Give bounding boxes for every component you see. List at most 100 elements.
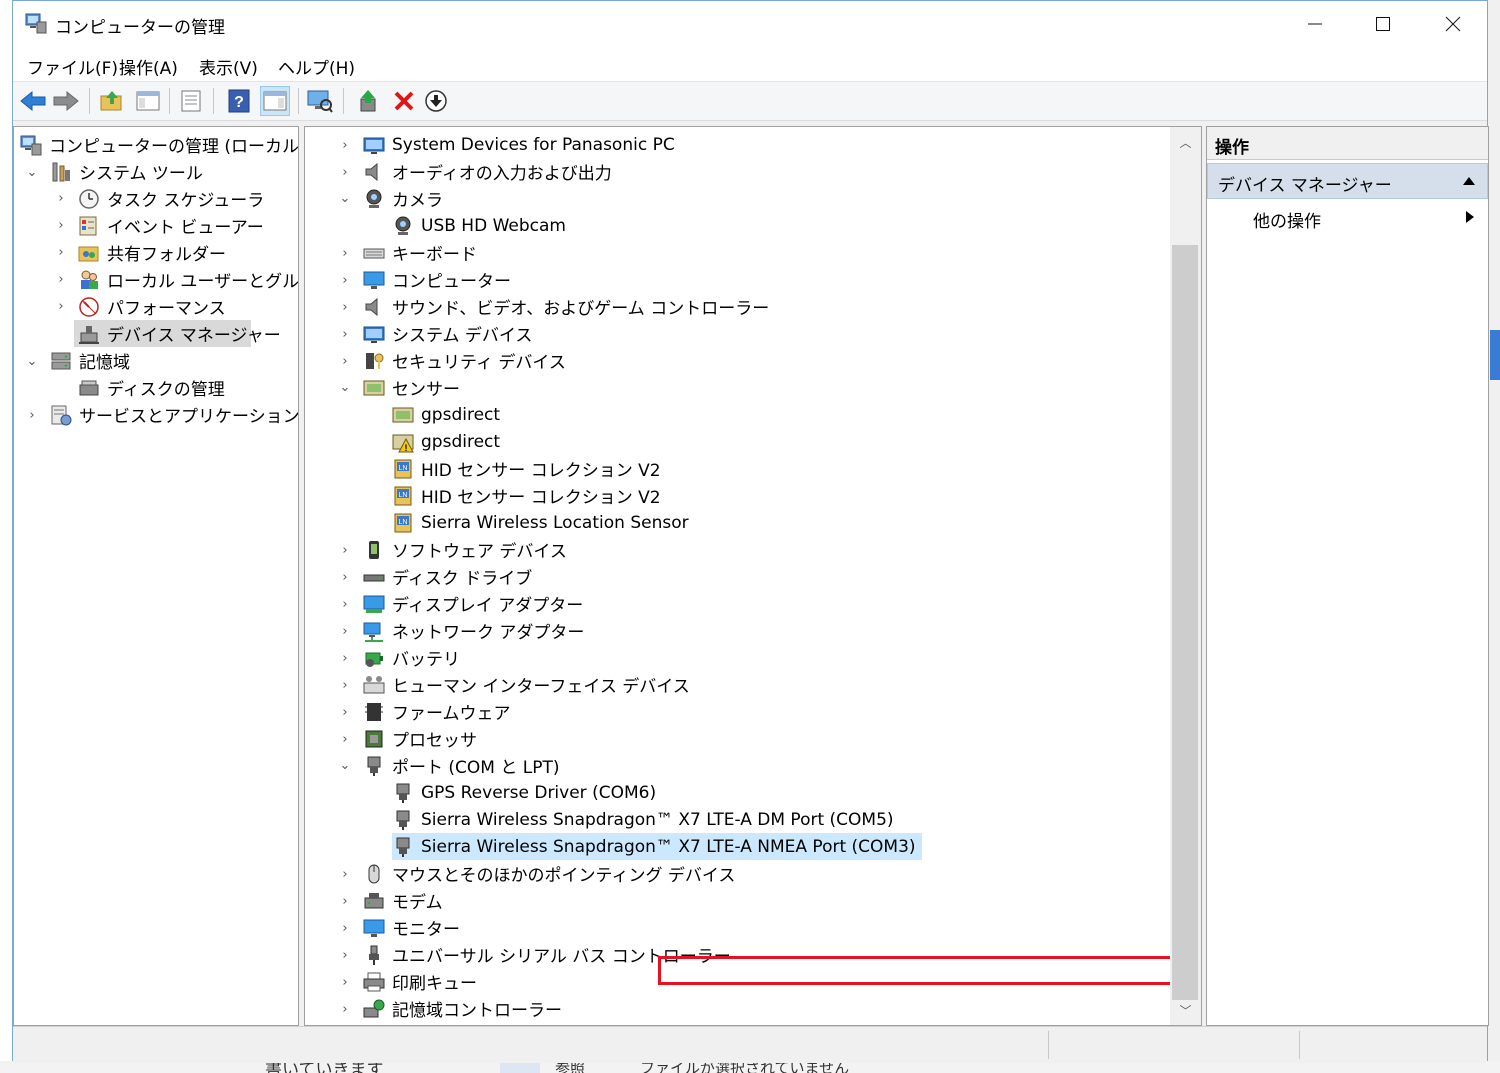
device-category-row[interactable]: バッテリ bbox=[363, 644, 460, 671]
device-row[interactable]: LN HID センサー コレクション V2 bbox=[392, 482, 661, 509]
expand-chevron-icon[interactable]: › bbox=[338, 894, 352, 909]
scroll-up-arrow-icon[interactable]: ︿ bbox=[1170, 131, 1201, 153]
enable-device-button[interactable] bbox=[421, 86, 451, 116]
forward-button[interactable] bbox=[51, 86, 81, 116]
device-category-row[interactable]: ディスク ドライブ bbox=[363, 563, 532, 590]
device-category-row[interactable]: システム デバイス bbox=[363, 320, 532, 347]
device-category-row[interactable]: 印刷キュー bbox=[363, 968, 477, 995]
menu-file[interactable]: ファイル(F) bbox=[27, 54, 118, 79]
device-category-row[interactable]: オーディオの入力および出力 bbox=[363, 158, 612, 185]
scrollbar-thumb[interactable] bbox=[1172, 245, 1198, 1000]
device-category-row[interactable]: ディスプレイ アダプター bbox=[363, 590, 583, 617]
device-category-row[interactable]: セキュリティ デバイス bbox=[363, 347, 566, 374]
device-category-row[interactable]: プロセッサ bbox=[363, 725, 477, 752]
device-category-row[interactable]: モニター bbox=[363, 914, 460, 941]
tree-item-services-applications[interactable]: サービスとアプリケーション bbox=[50, 401, 298, 428]
tree-item-event-viewer[interactable]: イベント ビューアー bbox=[78, 212, 264, 239]
uninstall-device-button[interactable] bbox=[389, 86, 419, 116]
menu-help[interactable]: ヘルプ(H) bbox=[278, 54, 355, 79]
device-category-row[interactable]: ソフトウェア デバイス bbox=[363, 536, 567, 563]
device-row[interactable]: Sierra Wireless Snapdragon™ X7 LTE-A DM … bbox=[392, 806, 894, 833]
scan-hardware-button[interactable] bbox=[305, 86, 335, 116]
expand-chevron-icon[interactable]: › bbox=[338, 867, 352, 882]
up-one-level-button[interactable] bbox=[97, 86, 127, 116]
collapse-chevron-icon[interactable]: ⌄ bbox=[25, 165, 39, 180]
device-category-row[interactable]: ファームウェア bbox=[363, 698, 511, 725]
show-hide-console-tree-button[interactable] bbox=[133, 86, 163, 116]
tree-item-shared-folders[interactable]: 共有フォルダー bbox=[78, 239, 226, 266]
show-hide-action-pane-button[interactable] bbox=[260, 86, 290, 116]
close-button[interactable] bbox=[1419, 1, 1487, 47]
menu-action[interactable]: 操作(A) bbox=[119, 54, 178, 79]
expand-chevron-icon[interactable]: › bbox=[338, 705, 352, 720]
tree-item-computer-management[interactable]: コンピューターの管理 (ローカル) bbox=[20, 131, 298, 158]
device-category-row[interactable]: ネットワーク アダプター bbox=[363, 617, 584, 644]
expand-chevron-icon[interactable]: › bbox=[338, 975, 352, 990]
tree-item-disk-management[interactable]: ディスクの管理 bbox=[78, 374, 225, 401]
device-category-row[interactable]: マウスとそのほかのポインティング デバイス bbox=[363, 860, 735, 887]
expand-chevron-icon[interactable]: › bbox=[338, 138, 352, 153]
expand-chevron-icon[interactable]: › bbox=[54, 218, 68, 233]
collapse-chevron-icon[interactable]: ⌄ bbox=[338, 191, 352, 206]
tree-item-local-users-groups[interactable]: ローカル ユーザーとグループ bbox=[78, 266, 298, 293]
device-category-row[interactable]: 記憶域コントローラー bbox=[363, 995, 562, 1022]
maximize-button[interactable] bbox=[1349, 1, 1417, 47]
expand-chevron-icon[interactable]: › bbox=[338, 300, 352, 315]
scroll-down-arrow-icon[interactable]: ﹀ bbox=[1170, 999, 1201, 1021]
expand-chevron-icon[interactable]: › bbox=[54, 272, 68, 287]
expand-chevron-icon[interactable]: › bbox=[338, 651, 352, 666]
expand-chevron-icon[interactable]: › bbox=[338, 624, 352, 639]
expand-chevron-icon[interactable]: › bbox=[54, 299, 68, 314]
help-button[interactable]: ? bbox=[224, 86, 254, 116]
expand-chevron-icon[interactable]: › bbox=[338, 570, 352, 585]
device-row[interactable]: gpsdirect bbox=[392, 401, 500, 428]
device-row[interactable]: GPS Reverse Driver (COM6) bbox=[392, 779, 656, 806]
device-category-row[interactable]: サウンド、ビデオ、およびゲーム コントローラー bbox=[363, 293, 769, 320]
tree-item-system-tools[interactable]: システム ツール bbox=[50, 158, 203, 185]
expand-chevron-icon[interactable]: › bbox=[338, 1002, 352, 1017]
device-row[interactable]: LN Sierra Wireless Location Sensor bbox=[392, 509, 689, 536]
device-row[interactable]: LN HID センサー コレクション V2 bbox=[392, 455, 661, 482]
expand-chevron-icon[interactable]: › bbox=[338, 327, 352, 342]
expand-chevron-icon[interactable]: › bbox=[54, 245, 68, 260]
tree-item-device-manager[interactable]: デバイス マネージャー bbox=[74, 320, 281, 347]
expand-chevron-icon[interactable]: › bbox=[338, 948, 352, 963]
back-button[interactable] bbox=[18, 86, 48, 116]
device-category-row[interactable]: キーボード bbox=[363, 239, 477, 266]
device-row[interactable]: Sierra Wireless Snapdragon™ X7 LTE-A NME… bbox=[392, 833, 922, 860]
expand-chevron-icon[interactable]: › bbox=[338, 273, 352, 288]
tree-item-storage[interactable]: 記憶域 bbox=[50, 347, 130, 374]
device-category-row[interactable]: System Devices for Panasonic PC bbox=[363, 131, 675, 158]
device-category-row[interactable]: ヒューマン インターフェイス デバイス bbox=[363, 671, 690, 698]
actions-section-device-manager[interactable]: デバイス マネージャー bbox=[1207, 163, 1488, 199]
update-driver-button[interactable] bbox=[354, 86, 384, 116]
expand-chevron-icon[interactable]: › bbox=[338, 354, 352, 369]
expand-chevron-icon[interactable]: › bbox=[54, 191, 68, 206]
device-category-row[interactable]: モデム bbox=[363, 887, 443, 914]
expand-chevron-icon[interactable]: › bbox=[338, 732, 352, 747]
tree-item-task-scheduler[interactable]: タスク スケジューラ bbox=[78, 185, 264, 212]
menu-view[interactable]: 表示(V) bbox=[199, 54, 258, 79]
expand-chevron-icon[interactable]: › bbox=[338, 597, 352, 612]
expand-chevron-icon[interactable]: › bbox=[25, 408, 39, 423]
device-row[interactable]: ! gpsdirect bbox=[392, 428, 500, 455]
collapse-chevron-icon[interactable]: ⌄ bbox=[25, 354, 39, 369]
collapse-triangle-icon[interactable] bbox=[1462, 176, 1476, 186]
expand-chevron-icon[interactable]: › bbox=[338, 165, 352, 180]
expand-chevron-icon[interactable]: › bbox=[338, 678, 352, 693]
expand-chevron-icon[interactable]: › bbox=[338, 246, 352, 261]
submenu-triangle-icon[interactable] bbox=[1465, 210, 1475, 224]
collapse-chevron-icon[interactable]: ⌄ bbox=[338, 758, 352, 773]
device-row[interactable]: USB HD Webcam bbox=[392, 212, 566, 239]
tree-item-performance[interactable]: パフォーマンス bbox=[78, 293, 226, 320]
device-category-row[interactable]: カメラ bbox=[363, 185, 443, 212]
properties-button[interactable] bbox=[176, 86, 206, 116]
minimize-button[interactable] bbox=[1281, 1, 1349, 47]
device-category-row[interactable]: センサー bbox=[363, 374, 460, 401]
expand-chevron-icon[interactable]: › bbox=[338, 921, 352, 936]
device-category-row[interactable]: コンピューター bbox=[363, 266, 511, 293]
expand-chevron-icon[interactable]: › bbox=[338, 543, 352, 558]
collapse-chevron-icon[interactable]: ⌄ bbox=[338, 380, 352, 395]
action-more-actions[interactable]: 他の操作 bbox=[1253, 207, 1321, 232]
device-category-row[interactable]: ポート (COM と LPT) bbox=[363, 752, 560, 779]
